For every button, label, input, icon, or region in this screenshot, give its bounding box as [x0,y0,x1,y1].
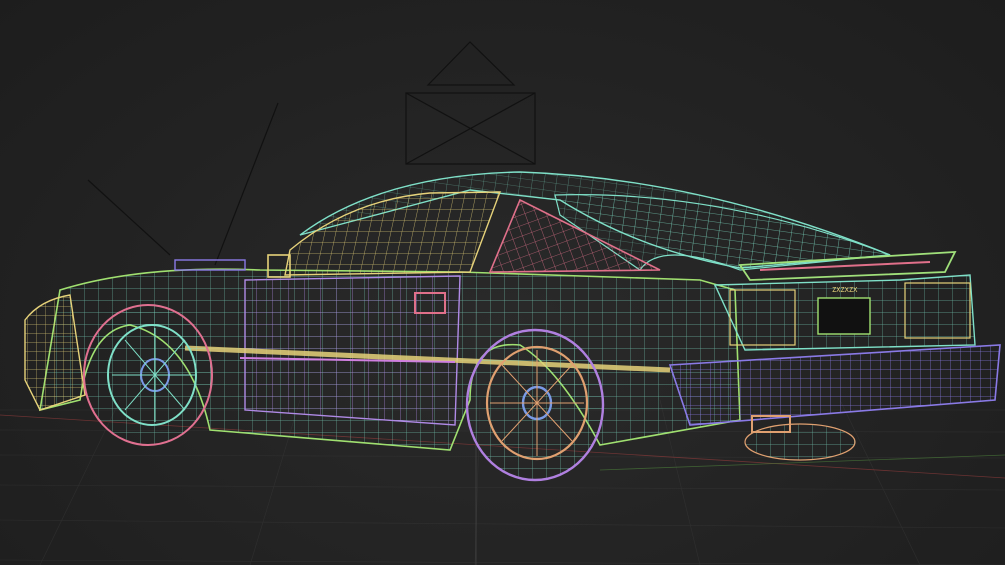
license-plate [817,297,871,335]
rear-badge: ZXZXZX [832,286,858,294]
rear-far-wheel [744,423,856,461]
viewport-canvas: ZXZXZX [0,41,1005,565]
3d-viewport[interactable]: ZXZXZX [0,0,1005,565]
car-wireframe-model[interactable]: ZXZXZX [24,171,1001,482]
front-wheel [83,304,213,446]
rear-wheel [465,328,605,482]
side-window-glass [284,191,502,276]
